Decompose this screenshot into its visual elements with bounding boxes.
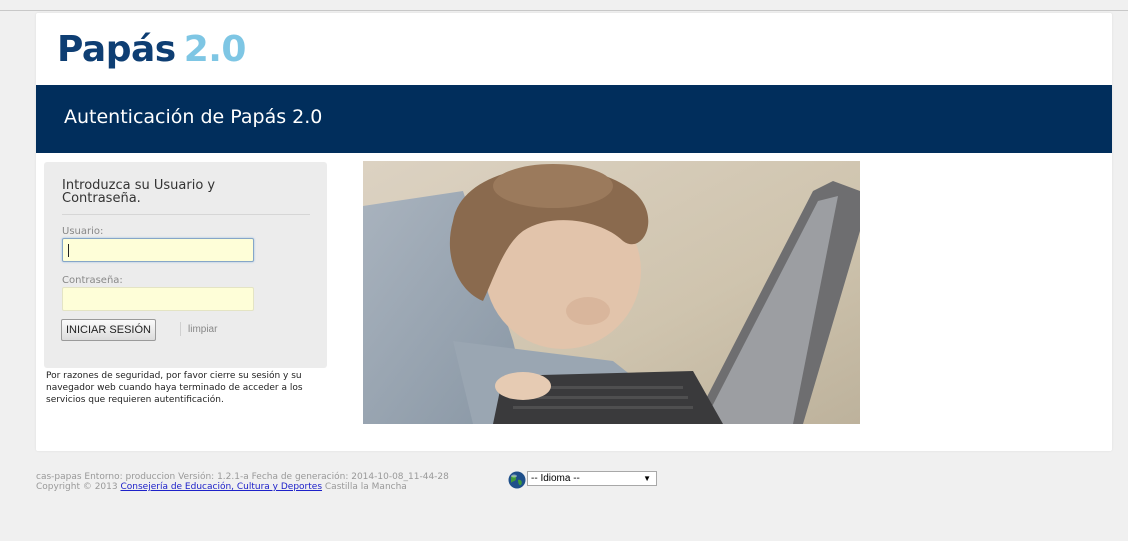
papas-logo: Papás 2.0 [57, 26, 246, 74]
username-field[interactable] [62, 238, 254, 262]
login-form: Introduzca su Usuario y Contraseña. Usua… [44, 162, 327, 368]
password-field[interactable] [62, 287, 254, 311]
text-caret [68, 244, 69, 257]
globe-icon [508, 471, 526, 489]
top-border [0, 10, 1128, 11]
copyright-line: Copyright © 2013 Consejería de Educación… [36, 482, 449, 492]
clear-link[interactable]: limpiar [188, 324, 217, 335]
login-button[interactable]: INICIAR SESIÓN [61, 319, 156, 341]
footer: cas-papas Entorno: produccion Versión: 1… [36, 472, 449, 492]
main-card: Papás 2.0 Autenticación de Papás 2.0 Intr… [36, 13, 1112, 451]
language-select[interactable]: -- Idioma -- ▼ [527, 471, 657, 486]
region-text: Castilla la Mancha [324, 482, 407, 492]
copyright-text: Copyright © 2013 [36, 482, 118, 492]
hero-photo [363, 161, 860, 424]
org-link[interactable]: Consejería de Educación, Cultura y Depor… [120, 482, 322, 492]
divider [180, 322, 181, 336]
divider [62, 214, 310, 215]
logo-version: 2.0 [183, 29, 247, 70]
page-title: Autenticación de Papás 2.0 [64, 106, 323, 128]
logo-brand: Papás [57, 29, 176, 70]
security-notice: Por razones de seguridad, por favor cier… [46, 371, 303, 405]
build-info: cas-papas Entorno: produccion Versión: 1… [36, 472, 449, 482]
chevron-down-icon: ▼ [643, 474, 651, 483]
language-selected: -- Idioma -- [531, 473, 580, 484]
username-label: Usuario: [62, 226, 104, 237]
header-banner: Autenticación de Papás 2.0 [36, 85, 1112, 153]
login-heading: Introduzca su Usuario y Contraseña. [62, 178, 216, 206]
password-label: Contraseña: [62, 275, 123, 286]
